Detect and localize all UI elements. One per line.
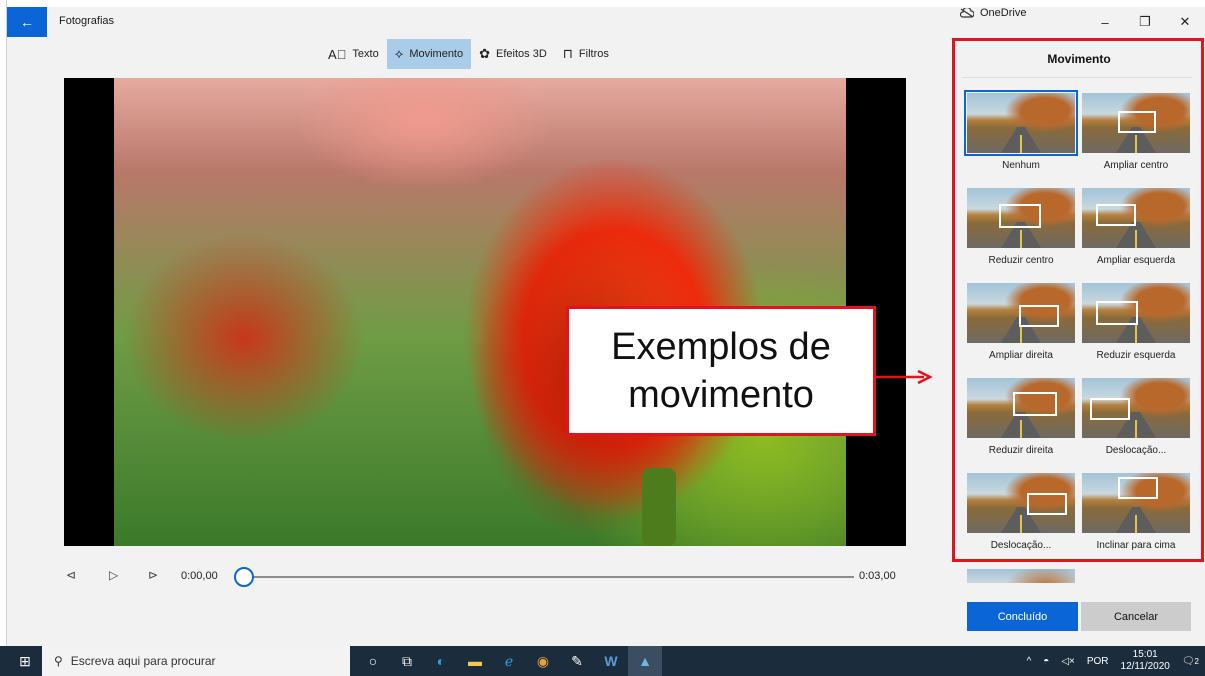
word-icon[interactable]: W <box>594 646 628 676</box>
tab-efeitos-3d[interactable]: ✿ Efeitos 3D <box>471 39 555 69</box>
callout-box: Exemplos de movimento <box>566 306 876 436</box>
back-button[interactable]: ← <box>7 7 47 37</box>
play-icon[interactable]: ▷ <box>109 568 118 582</box>
motion-option-label: Ampliar centro <box>1103 160 1169 171</box>
onedrive-label: OneDrive <box>980 7 1027 19</box>
file-explorer-icon[interactable]: ▬ <box>458 646 492 676</box>
motion-option-ampliar-direita[interactable]: Ampliar direita <box>962 280 1075 368</box>
language-indicator[interactable]: POR <box>1081 656 1115 667</box>
window-left-border <box>0 0 7 646</box>
clock-time: 15:01 <box>1132 649 1158 660</box>
motion-thumbnail <box>1082 378 1190 438</box>
cancel-button[interactable]: Cancelar <box>1081 602 1191 631</box>
system-tray: ^ ◓ ◁× POR 15:01 12/11/2020 🗨2 <box>1021 646 1205 676</box>
motion-thumbnail <box>967 188 1075 248</box>
edge-icon[interactable]: ◐ <box>424 646 458 676</box>
edit-toolbar: A⃞ Texto ⟡ Movimento ✿ Efeitos 3D ⊓ Filt… <box>320 39 617 69</box>
panel-title: Movimento <box>1047 52 1111 66</box>
network-icon[interactable]: ◓ <box>1037 656 1055 667</box>
current-time: 0:00,00 <box>181 570 218 582</box>
filter-icon: ⊓ <box>562 46 573 61</box>
motion-thumbnail-partial[interactable] <box>967 569 1075 583</box>
timeline-track[interactable] <box>244 576 854 578</box>
motion-option-label: Ampliar esquerda <box>1096 255 1176 266</box>
motion-thumbnail <box>1082 188 1190 248</box>
tab-texto[interactable]: A⃞ Texto <box>320 39 387 69</box>
chrome-icon[interactable]: ◉ <box>526 646 560 676</box>
tulip-stem <box>642 468 676 546</box>
taskbar: ⊞ ⚲ Escreva aqui para procurar ○ ⧉ ◐ ▬ ℯ… <box>0 646 1205 676</box>
paint-icon[interactable]: ✎ <box>560 646 594 676</box>
window-controls: – ❐ ✕ <box>1085 7 1205 37</box>
cortana-icon[interactable]: ○ <box>356 646 390 676</box>
motion-thumbnail <box>967 283 1075 343</box>
motion-option-inclinar-para-cima[interactable]: Inclinar para cima <box>1077 470 1190 558</box>
tab-movimento[interactable]: ⟡ Movimento <box>386 39 472 69</box>
task-view-icon[interactable]: ⧉ <box>390 646 424 676</box>
panel-divider <box>962 77 1192 78</box>
tab-label: Efeitos 3D <box>496 48 547 60</box>
taskbar-apps: ○ ⧉ ◐ ▬ ℯ ◉ ✎ W ▲ <box>356 646 662 676</box>
search-icon: ⚲ <box>54 654 63 668</box>
taskbar-search[interactable]: ⚲ Escreva aqui para procurar <box>42 646 350 676</box>
callout-text-line2: movimento <box>628 374 814 416</box>
motion-option-ampliar-centro[interactable]: Ampliar centro <box>1077 90 1190 178</box>
motion-thumbnail <box>1082 93 1190 153</box>
motion-option-label: Reduzir direita <box>988 445 1054 456</box>
next-frame-icon[interactable]: ⊳ <box>148 568 158 582</box>
timeline-scrubber[interactable] <box>234 567 254 587</box>
playback-bar: ⊲ ▷ ⊳ 0:00,00 0:03,00 <box>64 565 906 589</box>
end-time: 0:03,00 <box>859 570 896 582</box>
effects-3d-icon: ✿ <box>479 46 491 61</box>
motion-option-label: Nenhum <box>1002 160 1040 171</box>
motion-option-label: Inclinar para cima <box>1096 540 1176 551</box>
search-placeholder: Escreva aqui para procurar <box>70 654 216 668</box>
motion-thumbnail <box>967 378 1075 438</box>
motion-option-label: Deslocação... <box>990 540 1052 551</box>
motion-option-label: Ampliar direita <box>989 350 1053 361</box>
tab-label: Filtros <box>578 48 609 60</box>
motion-thumbnail <box>1082 283 1190 343</box>
motion-thumbnail <box>967 473 1075 533</box>
internet-explorer-icon[interactable]: ℯ <box>492 646 526 676</box>
motion-option-deslocacao-1[interactable]: Deslocação... <box>1077 375 1190 463</box>
text-box-icon: A⃞ <box>328 46 347 62</box>
motion-option-deslocacao-2[interactable]: Deslocação... <box>962 470 1075 558</box>
previous-frame-icon[interactable]: ⊲ <box>66 568 76 582</box>
motion-option-label: Deslocação... <box>1105 445 1167 456</box>
clock[interactable]: 15:01 12/11/2020 <box>1115 649 1176 673</box>
done-button[interactable]: Concluído <box>967 602 1078 631</box>
motion-option-reduzir-direita[interactable]: Reduzir direita <box>962 375 1075 463</box>
motion-option-reduzir-esquerda[interactable]: Reduzir esquerda <box>1077 280 1190 368</box>
onedrive-status[interactable]: OneDrive <box>960 7 1026 19</box>
clock-date: 12/11/2020 <box>1120 661 1170 672</box>
close-button[interactable]: ✕ <box>1165 7 1205 37</box>
cloud-off-icon <box>960 8 974 18</box>
motion-option-ampliar-esquerda[interactable]: Ampliar esquerda <box>1077 185 1190 273</box>
motion-option-label: Reduzir esquerda <box>1096 350 1176 361</box>
callout-arrow-icon <box>876 370 933 384</box>
back-arrow-icon: ← <box>20 14 34 30</box>
restore-button[interactable]: ❐ <box>1125 7 1165 37</box>
notifications-icon[interactable]: 🗨2 <box>1176 656 1205 667</box>
motion-icon: ⟡ <box>394 46 404 61</box>
motion-option-label: Reduzir centro <box>988 255 1054 266</box>
volume-muted-icon[interactable]: ◁× <box>1055 656 1081 667</box>
callout-text-line1: Exemplos de <box>611 326 831 368</box>
motion-thumbnail <box>1082 473 1190 533</box>
motion-option-reduzir-centro[interactable]: Reduzir centro <box>962 185 1075 273</box>
photos-icon[interactable]: ▲ <box>628 646 662 676</box>
tab-filtros[interactable]: ⊓ Filtros <box>555 39 617 69</box>
minimize-button[interactable]: – <box>1085 7 1125 37</box>
start-button[interactable]: ⊞ <box>8 646 42 676</box>
tab-label: Movimento <box>409 48 464 60</box>
notification-count: 2 <box>1194 656 1199 666</box>
show-hidden-icons-chevron-icon[interactable]: ^ <box>1021 656 1038 667</box>
windows-logo-icon: ⊞ <box>19 652 31 669</box>
motion-thumbnail <box>964 90 1078 156</box>
app-title: Fotografias <box>59 15 115 27</box>
motion-option-nenhum[interactable]: Nenhum <box>962 90 1078 178</box>
tab-label: Texto <box>352 48 379 60</box>
